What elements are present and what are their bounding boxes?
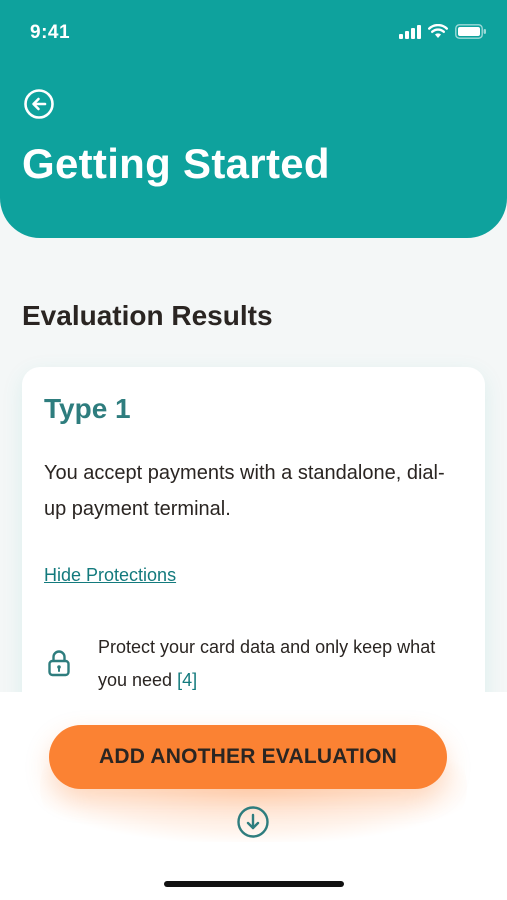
- battery-icon: [455, 24, 486, 39]
- card-description: You accept payments with a standalone, d…: [44, 462, 445, 520]
- protection-text: Protect your card data and only keep wha…: [98, 631, 438, 697]
- home-indicator: [164, 881, 344, 887]
- status-bar: 9:41: [0, 0, 507, 66]
- protection-label: Protect your card data and only keep wha…: [98, 637, 436, 690]
- header: 9:41 Getting Started: [0, 0, 507, 238]
- bottom-action-area: ADD ANOTHER EVALUATION: [0, 692, 507, 900]
- arrow-down-circle-icon[interactable]: [236, 805, 270, 839]
- arrow-left-circle-icon[interactable]: [23, 88, 55, 120]
- status-time: 9:41: [30, 22, 71, 43]
- reference-link[interactable]: [4]: [177, 670, 197, 690]
- status-icons: [399, 24, 487, 39]
- lock-icon: [48, 650, 70, 677]
- hide-protections-link[interactable]: Hide Protections: [44, 565, 176, 586]
- card-title: Type 1: [44, 393, 131, 424]
- add-another-evaluation-button[interactable]: ADD ANOTHER EVALUATION: [49, 725, 447, 789]
- wifi-icon: [428, 24, 448, 38]
- signal-icon: [399, 24, 421, 39]
- section-title: Evaluation Results: [22, 300, 273, 331]
- page-title: Getting Started: [22, 140, 330, 187]
